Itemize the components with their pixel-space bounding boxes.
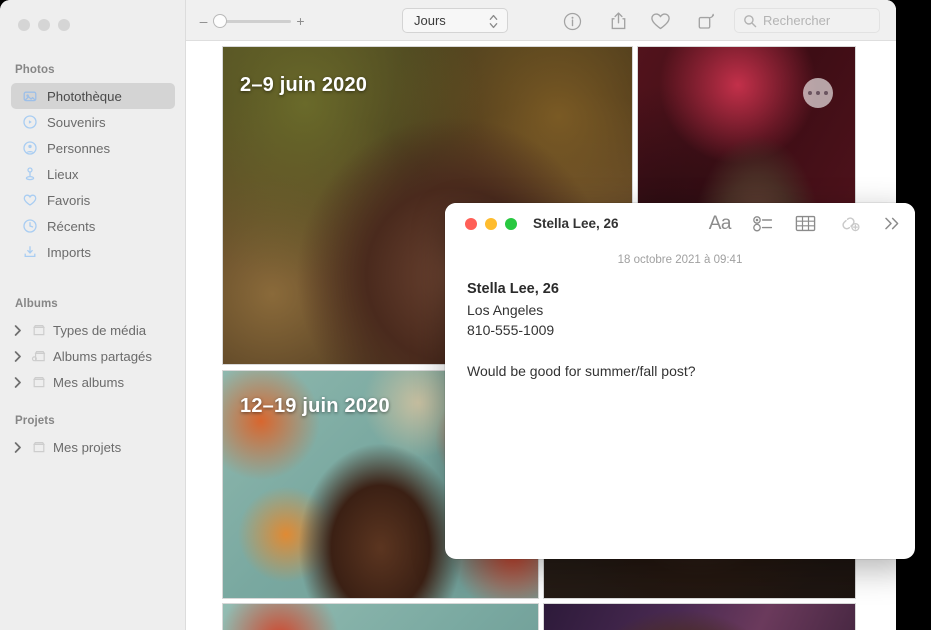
note-line-city: Los Angeles bbox=[467, 302, 544, 318]
sidebar-item-label: Imports bbox=[47, 244, 91, 260]
sidebar-item-imports[interactable]: Imports bbox=[11, 239, 175, 265]
chevron-right-icon[interactable] bbox=[11, 324, 25, 336]
sidebar-item-label: Favoris bbox=[47, 192, 91, 208]
sidebar-item-label: Mes projets bbox=[53, 439, 122, 455]
sidebar-section-photos-title: Photos bbox=[15, 64, 55, 76]
folder-icon bbox=[31, 374, 47, 390]
sidebar-item-mes-projets[interactable]: Mes projets bbox=[11, 434, 175, 460]
toolbar: – + Jours Rechercher bbox=[186, 0, 896, 41]
chevron-right-icon[interactable] bbox=[11, 350, 25, 362]
sidebar-item-label: Photothèque bbox=[47, 88, 122, 104]
zoom-slider-knob[interactable] bbox=[213, 14, 227, 28]
close-button[interactable] bbox=[465, 218, 477, 230]
note-body[interactable]: 18 octobre 2021 à 09:41 Stella Lee, 26 L… bbox=[445, 254, 915, 381]
dot-icon bbox=[815, 90, 821, 96]
chevron-double-right-icon[interactable] bbox=[883, 215, 901, 232]
share-up-arrow-icon[interactable] bbox=[606, 10, 630, 32]
sidebar-item-souvenirs[interactable]: Souvenirs bbox=[11, 109, 175, 135]
maximize-button[interactable] bbox=[58, 19, 70, 31]
heart-icon[interactable] bbox=[648, 10, 672, 32]
search-field[interactable]: Rechercher bbox=[734, 8, 880, 33]
sidebar-section-albums-title: Albums bbox=[15, 298, 58, 310]
rotate-icon[interactable] bbox=[694, 10, 718, 32]
view-mode-label: Jours bbox=[414, 13, 446, 28]
search-placeholder: Rechercher bbox=[763, 13, 831, 28]
photo-image bbox=[544, 604, 855, 630]
note-heading: Stella Lee, 26 bbox=[467, 281, 559, 297]
sidebar-item-favoris[interactable]: Favoris bbox=[11, 187, 175, 213]
sidebar-item-label: Lieux bbox=[47, 166, 79, 182]
window-traffic-lights[interactable] bbox=[18, 19, 70, 31]
sidebar-list-photos: Photothèque Souvenirs Personnes Lieux Fa… bbox=[0, 83, 186, 265]
notes-toolbar: Aa bbox=[709, 214, 901, 233]
photos-library-icon bbox=[22, 88, 38, 104]
photo-tile[interactable] bbox=[543, 603, 856, 630]
import-icon bbox=[22, 244, 38, 260]
format-label: Aa bbox=[708, 213, 732, 234]
table-icon[interactable] bbox=[795, 214, 816, 233]
photo-tile[interactable] bbox=[222, 603, 539, 630]
zoom-slider-group[interactable]: – + bbox=[199, 14, 305, 28]
notes-traffic-lights[interactable] bbox=[465, 218, 517, 230]
photo-image bbox=[223, 604, 538, 630]
sidebar-list-projets: Mes projets bbox=[0, 434, 186, 460]
people-icon bbox=[22, 140, 38, 156]
sidebar-item-label: Types de média bbox=[53, 322, 147, 338]
date-badge: 12–19 juin 2020 bbox=[240, 395, 390, 417]
note-timestamp: 18 octobre 2021 à 09:41 bbox=[617, 254, 743, 266]
info-circle-icon[interactable] bbox=[560, 10, 584, 32]
chevron-right-icon[interactable] bbox=[11, 376, 25, 388]
minimize-button[interactable] bbox=[38, 19, 50, 31]
sidebar-item-label: Personnes bbox=[47, 140, 111, 156]
sidebar-item-types-de-media[interactable]: Types de média bbox=[11, 317, 175, 343]
sidebar-item-label: Souvenirs bbox=[47, 114, 106, 130]
dot-icon bbox=[823, 90, 829, 96]
sidebar-item-label: Mes albums bbox=[53, 374, 125, 390]
search-icon bbox=[743, 14, 757, 28]
folder-icon bbox=[31, 322, 47, 338]
places-pin-icon bbox=[22, 166, 38, 182]
photo-group-row bbox=[222, 603, 856, 630]
note-comment: Would be good for summer/fall post? bbox=[467, 363, 696, 379]
checklist-icon[interactable] bbox=[753, 214, 773, 233]
notes-window[interactable]: Stella Lee, 26 Aa 18 octobre 2021 à 09:4… bbox=[445, 203, 915, 559]
sidebar-item-albums-partages[interactable]: Albums partagés bbox=[11, 343, 175, 369]
more-options-button[interactable] bbox=[803, 78, 833, 108]
sidebar-item-récents[interactable]: Récents bbox=[11, 213, 175, 239]
folder-icon bbox=[31, 439, 47, 455]
zoom-out-label[interactable]: – bbox=[199, 14, 208, 28]
sidebar-item-photothèque[interactable]: Photothèque bbox=[11, 83, 175, 109]
sidebar: Photos Photothèque Souvenirs Personnes L… bbox=[0, 0, 186, 630]
close-button[interactable] bbox=[18, 19, 30, 31]
link-add-icon[interactable] bbox=[838, 214, 861, 233]
view-mode-select[interactable]: Jours bbox=[402, 8, 508, 33]
notes-titlebar[interactable]: Stella Lee, 26 Aa bbox=[445, 203, 915, 245]
heart-icon bbox=[22, 192, 38, 208]
maximize-button[interactable] bbox=[505, 218, 517, 230]
stepper-updown-icon[interactable] bbox=[489, 13, 498, 35]
chevron-right-icon[interactable] bbox=[11, 441, 25, 453]
notes-window-title: Stella Lee, 26 bbox=[533, 216, 619, 231]
shared-folder-icon bbox=[31, 348, 47, 364]
memories-icon bbox=[22, 114, 38, 130]
zoom-slider-track[interactable] bbox=[213, 14, 291, 28]
sidebar-list-albums: Types de média Albums partagés Mes album… bbox=[0, 317, 186, 395]
sidebar-item-label: Récents bbox=[47, 218, 96, 234]
minimize-button[interactable] bbox=[485, 218, 497, 230]
note-line-phone: 810-555-1009 bbox=[467, 322, 555, 338]
clock-icon bbox=[22, 218, 38, 234]
dot-icon bbox=[807, 90, 813, 96]
format-button[interactable]: Aa bbox=[708, 213, 732, 234]
sidebar-item-lieux[interactable]: Lieux bbox=[11, 161, 175, 187]
sidebar-item-mes-albums[interactable]: Mes albums bbox=[11, 369, 175, 395]
sidebar-item-label: Albums partagés bbox=[53, 348, 152, 364]
sidebar-item-personnes[interactable]: Personnes bbox=[11, 135, 175, 161]
zoom-in-label[interactable]: + bbox=[296, 14, 305, 28]
sidebar-section-projets-title: Projets bbox=[15, 415, 55, 427]
date-badge: 2–9 juin 2020 bbox=[240, 74, 368, 96]
